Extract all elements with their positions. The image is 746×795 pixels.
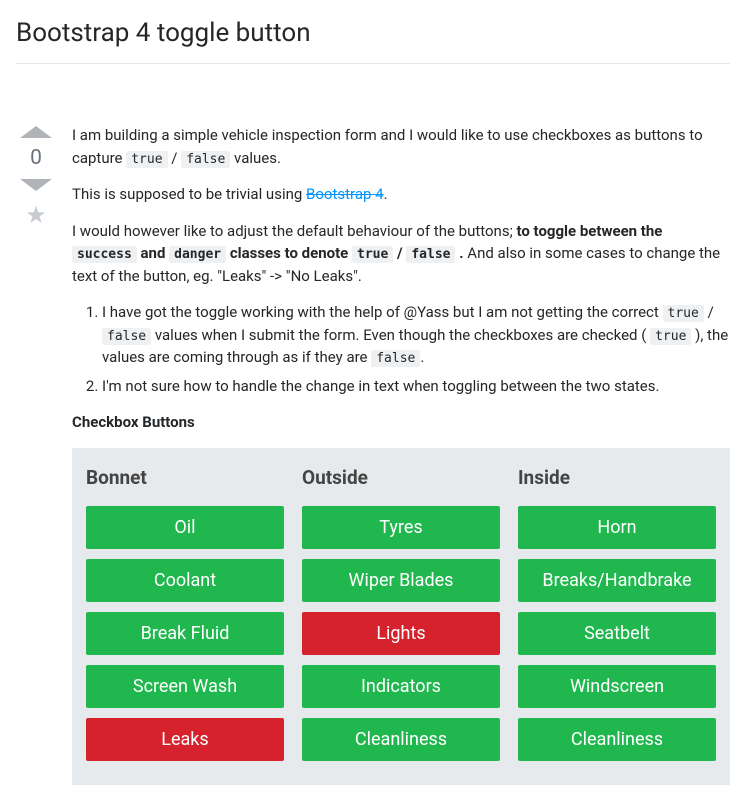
code-true: true (352, 246, 393, 263)
paragraph-trivial: This is supposed to be trivial using Boo… (72, 183, 730, 206)
code-false: false (181, 151, 230, 168)
question-header: Bootstrap 4 toggle button (16, 0, 730, 64)
toggle-button[interactable]: Cleanliness (302, 718, 500, 761)
toggle-button[interactable]: Seatbelt (518, 612, 716, 655)
toggle-button[interactable]: Oil (86, 506, 284, 549)
code-false: false (371, 350, 420, 367)
favorite-star-icon[interactable]: ★ (25, 203, 47, 227)
paragraph-adjust: I would however like to adjust the defau… (72, 220, 730, 288)
vote-cell: 0 ★ (16, 124, 56, 785)
text: . (420, 348, 424, 366)
upvote-button[interactable] (20, 126, 52, 138)
post-layout: 0 ★ I am building a simple vehicle inspe… (16, 124, 730, 785)
code-true: true (650, 328, 691, 345)
toggle-button[interactable]: Break Fluid (86, 612, 284, 655)
text: and (137, 244, 169, 262)
toggle-button[interactable]: Cleanliness (518, 718, 716, 761)
text: / (704, 303, 714, 321)
vote-count: 0 (30, 146, 42, 171)
column-title: Outside (302, 464, 500, 493)
list-item: I'm not sure how to handle the change in… (102, 375, 730, 398)
list-item: I have got the toggle working with the h… (102, 301, 730, 369)
toggle-button[interactable]: Coolant (86, 559, 284, 602)
post-body: I am building a simple vehicle inspectio… (72, 124, 730, 785)
paragraph-intro: I am building a simple vehicle inspectio… (72, 124, 730, 169)
toggle-button[interactable]: Horn (518, 506, 716, 549)
toggle-button[interactable]: Indicators (302, 665, 500, 708)
page-title: Bootstrap 4 toggle button (16, 14, 730, 53)
text: values. (230, 149, 281, 167)
text: values when I submit the form. Even thou… (151, 326, 650, 344)
text: to toggle between the (516, 222, 662, 240)
text: . (455, 244, 463, 262)
checkbox-buttons-label: Checkbox Buttons (72, 411, 730, 434)
toggle-button[interactable]: Lights (302, 612, 500, 655)
toggle-button[interactable]: Screen Wash (86, 665, 284, 708)
demo-column: Bonnet Oil Coolant Break Fluid Screen Wash Le… (86, 464, 284, 772)
downvote-button[interactable] (20, 179, 52, 191)
column-title: Bonnet (86, 464, 284, 493)
code-success: success (72, 246, 137, 263)
code-false: false (102, 328, 151, 345)
text: . (384, 185, 388, 203)
demo-column: Outside Tyres Wiper Blades Lights Indicators… (302, 464, 500, 772)
text: classes to denote (226, 244, 352, 262)
code-danger: danger (169, 246, 226, 263)
code-true: true (126, 151, 167, 168)
demo-box: Bonnet Oil Coolant Break Fluid Screen Wash Le… (72, 448, 730, 786)
toggle-button[interactable]: Tyres (302, 506, 500, 549)
toggle-button[interactable]: Leaks (86, 718, 284, 761)
bootstrap-link[interactable]: Bootstrap 4 (306, 185, 384, 203)
demo-column: Inside Horn Breaks/Handbrake Seatbelt Windsc… (518, 464, 716, 772)
text: / (168, 149, 182, 167)
text: This is supposed to be trivial using (72, 185, 306, 203)
text: / (393, 244, 406, 262)
column-title: Inside (518, 464, 716, 493)
code-true: true (663, 305, 704, 322)
text: I have got the toggle working with the h… (102, 303, 663, 321)
toggle-button[interactable]: Wiper Blades (302, 559, 500, 602)
toggle-button[interactable]: Windscreen (518, 665, 716, 708)
text: I would however like to adjust the defau… (72, 222, 516, 240)
code-false: false (406, 246, 455, 263)
toggle-button[interactable]: Breaks/Handbrake (518, 559, 716, 602)
ordered-list: I have got the toggle working with the h… (102, 301, 730, 397)
